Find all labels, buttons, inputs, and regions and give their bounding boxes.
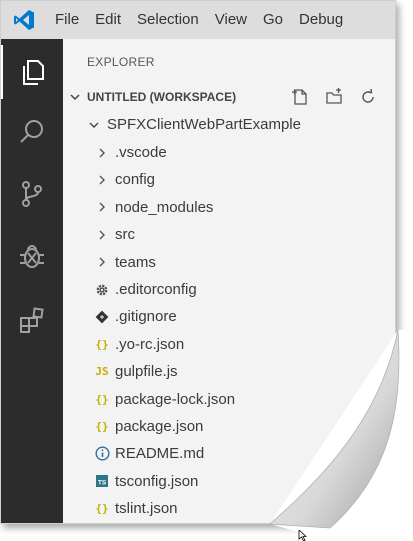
file-item[interactable]: {} package-lock.json [63,386,395,413]
chevron-right-icon [91,139,113,166]
gear-icon [91,276,113,303]
json-icon: {} [95,392,109,406]
source-control-icon[interactable] [1,167,63,221]
folder-item[interactable]: node_modules [63,194,395,221]
workspace-title: UNTITLED (WORKSPACE) [87,90,237,104]
extensions-icon[interactable] [1,293,63,347]
tree-item-label: .yo-rc.json [115,335,185,353]
folder-item[interactable]: src [63,221,395,248]
menu-view[interactable]: View [207,1,255,39]
file-item[interactable]: JS gulpfile.js [63,358,395,385]
menu-bar: File Edit Selection View Go Debug [1,1,395,39]
workspace-header[interactable]: UNTITLED (WORKSPACE) [63,85,395,109]
menu-selection[interactable]: Selection [129,1,207,39]
git-icon [91,303,113,330]
tree-item-label: tsconfig.json [115,472,199,490]
project-folder-label: SPFXClientWebPartExample [107,116,301,133]
folder-item[interactable]: teams [63,249,395,276]
mouse-cursor-icon [298,530,308,541]
file-item[interactable]: {} package.json [63,413,395,440]
tree-item-label: gulpfile.js [115,363,178,381]
tree-item-label: tslint.json [115,500,178,518]
project-folder[interactable]: SPFXClientWebPartExample [63,111,395,138]
workspace-actions [283,85,395,109]
explorer-title: EXPLORER [87,55,155,69]
tree-item-label: config [115,171,156,189]
file-item[interactable]: {} .yo-rc.json [63,331,395,358]
tree-item-label: package.json [115,418,204,435]
file-item[interactable]: .editorconfig [63,276,395,303]
json-icon: {} [95,337,109,351]
activity-bar [1,39,63,523]
explorer-sidebar: EXPLORER UNTITLED (WORKSPACE) SPFXClient… [63,39,395,523]
js-icon: JS [95,365,109,379]
menu-go[interactable]: Go [255,1,291,39]
menu-file[interactable]: File [47,1,87,39]
new-folder-icon[interactable] [317,85,351,109]
search-icon[interactable] [1,105,63,159]
menu-edit[interactable]: Edit [87,1,129,39]
tree-item-label: .gitignore [115,308,177,326]
tree-item-label: README.md [115,445,205,463]
refresh-icon[interactable] [351,85,385,109]
chevron-down-icon [83,111,105,138]
file-item[interactable]: {} tslint.json [63,495,395,522]
info-icon [91,440,113,467]
chevron-down-icon [63,91,87,103]
json-icon: {} [95,502,109,516]
svg-text:TS: TS [98,480,107,487]
file-item[interactable]: .gitignore [63,303,395,330]
tree-item-label: package-lock.json [115,390,236,408]
tree-item-label: teams [115,253,156,271]
tree-item-label: src [115,226,135,244]
file-item[interactable]: TS tsconfig.json [63,468,395,495]
folder-item[interactable]: .vscode [63,139,395,166]
chevron-right-icon [91,249,113,276]
tree-item-label: node_modules [115,198,214,216]
tree-item-label: .vscode [115,144,167,161]
tree-item-label: .editorconfig [115,281,197,298]
chevron-right-icon [91,221,113,248]
ts-icon: TS [91,468,113,495]
chevron-right-icon [91,194,113,221]
explorer-icon[interactable] [1,45,63,99]
menu-debug[interactable]: Debug [291,1,351,39]
collapse-all-icon[interactable] [385,85,395,109]
chevron-right-icon [91,166,113,193]
folder-item[interactable]: config [63,166,395,193]
json-icon: {} [95,420,109,433]
debug-icon[interactable] [1,229,63,283]
new-file-icon[interactable] [283,85,317,109]
file-item[interactable]: README.md [63,440,395,467]
vscode-window: File Edit Selection View Go Debug EXPLOR… [0,0,396,524]
vscode-logo-icon [1,1,47,39]
